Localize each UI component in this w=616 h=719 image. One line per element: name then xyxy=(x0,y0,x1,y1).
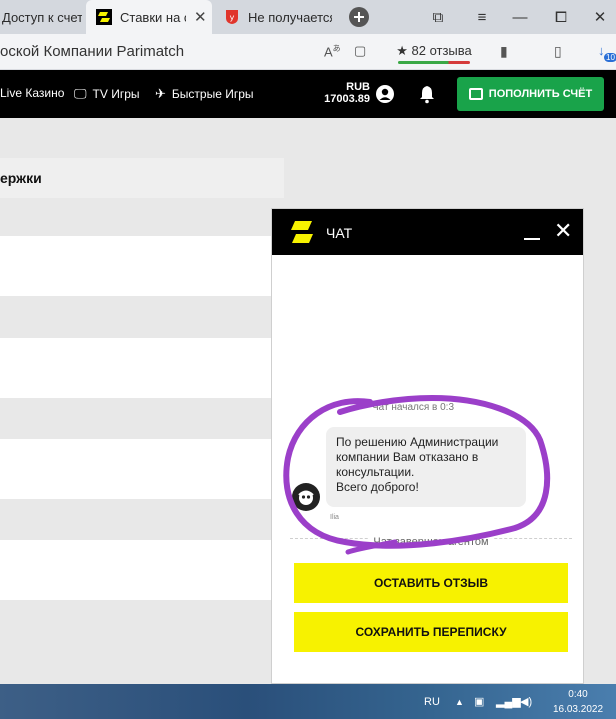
extension-badge: 10 xyxy=(604,53,616,62)
chat-title: ЧАТ xyxy=(326,225,353,241)
list-item[interactable] xyxy=(0,540,284,600)
browser-tab-active[interactable]: Ставки на с ✕ xyxy=(86,0,212,34)
browser-tab[interactable]: Доступ к счету xyxy=(0,0,82,34)
taskbar: RU ▲ ▣ ▂▄▆ ◀) 0:40 16.03.2022 xyxy=(0,684,616,719)
clock-time: 0:40 xyxy=(568,689,588,700)
chat-header: ЧАТ ✕ xyxy=(272,209,583,255)
chat-ended-label: Чат завершен агентом xyxy=(369,536,493,548)
chat-message: По решению Администрации компании Вам от… xyxy=(326,427,526,507)
tray-expand-icon[interactable]: ▲ xyxy=(455,684,464,719)
translate-icon[interactable]: Aあ xyxy=(324,43,341,59)
user-icon[interactable] xyxy=(374,83,396,105)
language-indicator[interactable]: RU xyxy=(424,684,440,719)
message-line: По решению Администрации xyxy=(336,435,499,449)
chat-logo-icon xyxy=(290,220,314,249)
leave-review-button[interactable]: ОСТАВИТЬ ОТЗЫВ xyxy=(294,563,568,603)
tab-title: Не получается xyxy=(248,9,332,25)
clock-date: 16.03.2022 xyxy=(552,704,604,715)
bookmark-icon[interactable]: ▮ xyxy=(500,43,508,60)
nav-fast-games[interactable]: ✈ Быстрые Игры xyxy=(155,86,254,102)
nav-live-casino[interactable]: Live Казино xyxy=(0,86,64,100)
bell-icon[interactable] xyxy=(416,83,438,105)
support-section-title: ержки xyxy=(0,158,284,198)
menu-icon[interactable]: ≡ xyxy=(472,0,492,34)
address-text[interactable]: оской Компании Parimatch xyxy=(0,43,184,60)
minimize-icon[interactable]: — xyxy=(510,0,530,34)
volume-icon[interactable]: ◀) xyxy=(520,684,532,719)
nav-label: Быстрые Игры xyxy=(171,87,254,101)
account-balance[interactable]: RUB 17003.89 xyxy=(318,81,370,105)
tray-app-icon[interactable]: ▣ xyxy=(474,684,484,719)
language-label: RU xyxy=(424,695,440,708)
chat-started-label: Чат начался в 0:3 xyxy=(372,402,455,413)
agent-avatar-icon xyxy=(292,483,320,511)
balance-amount: 17003.89 xyxy=(324,93,370,105)
deposit-label: ПОПОЛНИТЬ СЧЁТ xyxy=(488,88,593,100)
close-window-icon[interactable]: ✕ xyxy=(590,0,610,34)
reviews-label: ★ 82 отзыва xyxy=(396,43,472,58)
svg-text:y: y xyxy=(230,13,235,22)
reviews-badge[interactable]: ★ 82 отзыва xyxy=(392,39,476,65)
plane-icon: ✈ xyxy=(155,86,166,101)
nav-tv-games[interactable]: 🖵 TV Игры xyxy=(74,86,140,102)
deposit-button[interactable]: ПОПОЛНИТЬ СЧЁТ xyxy=(457,77,604,111)
restore-icon[interactable]: ⧠ xyxy=(551,0,571,34)
taskbar-clock[interactable]: 0:40 16.03.2022 xyxy=(546,687,610,717)
message-line: компании Вам отказано в xyxy=(336,450,479,464)
nav-label: TV Игры xyxy=(92,87,140,101)
list-item[interactable] xyxy=(0,338,284,398)
message-line: Всего доброго! xyxy=(336,480,419,494)
address-bar[interactable]: оской Компании Parimatch Aあ ▢ ★ 82 отзыв… xyxy=(0,34,616,70)
list-item[interactable] xyxy=(0,236,284,296)
yandex-favicon: y xyxy=(224,9,240,25)
tab-title: Доступ к счету xyxy=(2,9,82,25)
chat-ended-divider: Чат завершен агентом xyxy=(290,536,572,557)
extension-icon[interactable]: ▢ xyxy=(354,43,366,59)
tabs-collection-icon[interactable]: ⧉ xyxy=(428,0,448,34)
chat-window: ЧАТ ✕ Чат начался в 0:3 По решению Админ… xyxy=(271,208,584,684)
tv-icon: 🖵 xyxy=(74,86,87,101)
reviews-rating-bar xyxy=(398,61,470,64)
tab-title: Ставки на с xyxy=(120,9,186,25)
chat-minimize-icon[interactable] xyxy=(522,223,542,243)
tab-close-icon[interactable]: ✕ xyxy=(194,8,207,26)
agent-name: Ilia xyxy=(330,514,339,521)
list-item[interactable] xyxy=(0,439,284,499)
parimatch-favicon xyxy=(96,9,112,25)
wallet-icon xyxy=(468,88,483,100)
save-transcript-button[interactable]: СОХРАНИТЬ ПЕРЕПИСКУ xyxy=(294,612,568,652)
message-line: консультации. xyxy=(336,465,415,479)
browser-tab-strip: Доступ к счету Ставки на с ✕ y Не получа… xyxy=(0,0,616,34)
balance-currency: RUB xyxy=(346,81,370,93)
chat-close-icon[interactable]: ✕ xyxy=(554,220,572,242)
clipboard-icon[interactable]: ▯ xyxy=(554,43,562,60)
new-tab-plus-icon[interactable] xyxy=(347,0,371,34)
nav-label: Live Казино xyxy=(0,86,65,100)
browser-tab[interactable]: y Не получается xyxy=(214,0,332,34)
network-icon[interactable]: ▂▄▆ xyxy=(496,684,521,719)
